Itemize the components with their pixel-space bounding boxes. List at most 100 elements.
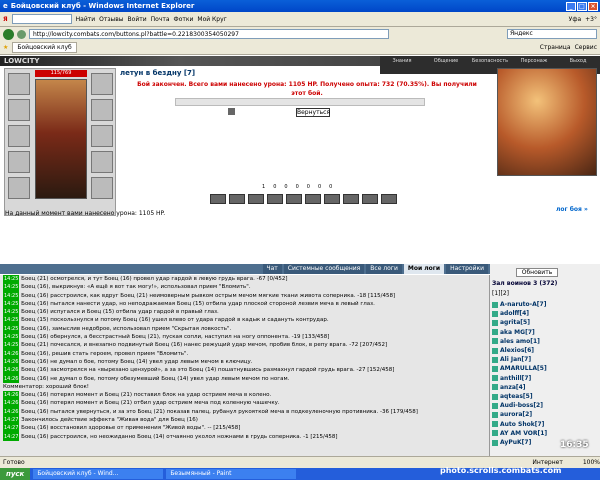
amulet-slot[interactable] [8,99,30,121]
toolbar-item-feedback[interactable]: Отзывы [99,16,123,23]
stat-3: 0 [295,184,299,190]
boots-slot[interactable] [91,177,113,199]
weather-city[interactable]: Уфа [569,16,581,23]
zoom-level[interactable]: 100% [583,459,600,466]
toolbar-search-input[interactable] [11,14,72,24]
toolbar-item-circle[interactable]: Мой Круг [197,16,226,23]
gloves-slot[interactable] [91,73,113,95]
team-member[interactable]: Alexios[6] [492,346,596,355]
action-icon-5[interactable] [286,194,302,204]
team-member[interactable]: anthill[7] [492,374,596,383]
member-name[interactable]: aurora[2] [500,411,532,418]
member-status-icon [492,310,498,317]
menu-knowledge[interactable]: Знания [380,57,424,74]
action-icon-6[interactable] [305,194,321,204]
zone-internet: Интернет [532,459,563,466]
page-menu[interactable]: Страница [540,44,571,51]
team-member[interactable]: A-naruto-A[7] [492,300,596,309]
member-status-icon [492,393,498,400]
start-button[interactable]: пуск [0,468,31,480]
team-pages[interactable]: [1][2] [492,290,509,297]
action-icon-10[interactable] [381,194,397,204]
member-name[interactable]: Ali Jan[7] [500,356,531,363]
team-member[interactable]: agrita[5] [492,318,596,327]
team-member[interactable]: Audi-boss[2] [492,401,596,410]
toolbar-item-login[interactable]: Войти [128,16,147,23]
pants-slot[interactable] [91,151,113,173]
log-text: Боец (16) обернулся, а бесстрастный Боец… [21,334,330,341]
belt-slot[interactable] [8,177,30,199]
member-status-icon [492,365,498,372]
tab-active[interactable]: Бойцовский клуб [12,42,77,53]
tools-menu[interactable]: Сервис [575,44,597,51]
weapon-slot[interactable] [8,125,30,147]
action-icon-3[interactable] [248,194,264,204]
tab-system[interactable]: Системные сообщения [283,264,365,274]
member-name[interactable]: ales amo[1] [500,338,540,345]
tab-settings[interactable]: Настройки [446,264,488,274]
team-member[interactable]: AMARULLA[5] [492,364,596,373]
close-button[interactable]: × [588,1,598,11]
menu-chat[interactable]: Общение [424,57,468,74]
log-time: 14:25 [3,316,20,325]
member-name[interactable]: aqteas[5] [500,393,533,400]
member-name[interactable]: AyPuK[7] [500,439,531,446]
action-icon-7[interactable] [324,194,340,204]
search-input[interactable]: Яндекс [507,29,597,39]
log-time: 14:25 [3,299,20,309]
refresh-small-icon[interactable] [228,108,235,115]
toolbar-item-search[interactable]: Найти [76,16,95,23]
team-member[interactable]: Ali Jan[7] [492,355,596,364]
tab-chat[interactable]: Чат [262,264,282,274]
helmet-slot[interactable] [8,73,30,95]
log-text: Боец (16) пытался нанести удар, но непод… [21,300,375,307]
member-name[interactable]: Auto Shok[7] [500,421,544,428]
toolbar-item-mail[interactable]: Почта [151,16,170,23]
member-name[interactable]: anthill[7] [500,375,531,382]
team-member[interactable]: Auto Shok[7] [492,420,596,429]
member-name[interactable]: anza[4] [500,384,526,391]
action-icon-2[interactable] [229,194,245,204]
member-name[interactable]: agrita[5] [500,319,530,326]
maximize-button[interactable]: □ [577,1,587,11]
refresh-button[interactable]: Обновить [516,268,558,277]
team-member[interactable]: AY AM VOR[1] [492,429,596,438]
team-member[interactable]: aurora[2] [492,410,596,419]
team-member[interactable]: aqteas[5] [492,392,596,401]
member-name[interactable]: adolff[4] [500,310,529,317]
battle-header: летун в бездну [7] [120,69,196,77]
forward-icon[interactable] [17,29,26,39]
action-icon-4[interactable] [267,194,283,204]
shield-slot[interactable] [91,125,113,147]
action-icon-1[interactable] [210,194,226,204]
member-name[interactable]: aka MG[7] [500,329,535,336]
toolbar-item-photos[interactable]: Фотки [174,16,194,23]
team-member[interactable]: aka MG[7] [492,328,596,337]
favorites-star-icon[interactable]: ★ [3,44,8,51]
task-paint[interactable]: Безымянный - Paint [166,469,297,479]
log-line: 14:25 Боец (21) осмотрелся, и тут Боец (… [3,275,489,284]
action-icon-8[interactable] [343,194,359,204]
team-member[interactable]: adolff[4] [492,309,596,318]
log-text: Боец (16) испугался и Боец (15) отбила у… [21,309,219,316]
ring-slot[interactable] [91,99,113,121]
team-title: Зал воинов 3 (372) [492,280,558,287]
tab-my-logs[interactable]: Мои логи [403,264,445,274]
member-name[interactable]: Audi-boss[2] [500,402,543,409]
minimize-button[interactable]: _ [566,1,576,11]
member-name[interactable]: AMARULLA[5] [500,365,547,372]
team-member[interactable]: ales amo[1] [492,337,596,346]
tab-all-logs[interactable]: Все логи [366,264,402,274]
member-name[interactable]: AY AM VOR[1] [500,430,547,437]
team-member[interactable]: anza[4] [492,383,596,392]
return-button[interactable]: Вернуться [296,108,330,117]
member-name[interactable]: A-naruto-A[7] [500,301,546,308]
back-icon[interactable] [3,28,14,40]
armor-slot[interactable] [8,151,30,173]
log-line: 14:26 Боец (16) не думал о бое, потому о… [3,374,489,383]
log-link[interactable]: лог боя » [556,206,588,213]
action-icon-9[interactable] [362,194,378,204]
task-browser[interactable]: Бойцовский клуб - Wind... [33,469,164,479]
url-field[interactable]: http://lowcity.combats.com/buttons.pl?ba… [29,29,389,39]
member-name[interactable]: Alexios[6] [500,347,534,354]
